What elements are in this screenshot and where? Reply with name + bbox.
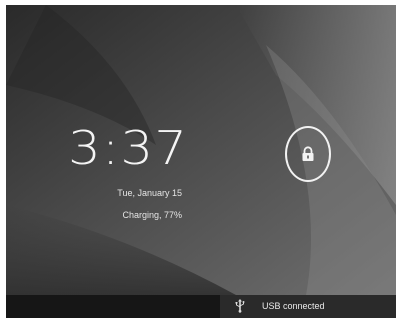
lock-screen[interactable]: 3:37 Tue, January 15 Charging, 77% <box>6 5 396 295</box>
status-bar[interactable]: USB connected <box>6 295 396 318</box>
clock-time: 3:37 <box>68 121 189 175</box>
status-bar-left <box>6 295 220 318</box>
usb-icon <box>235 299 245 313</box>
lock-icon <box>302 146 314 161</box>
device-screen: 3:37 Tue, January 15 Charging, 77% USB c… <box>6 5 396 318</box>
date-label: Tue, January 15 <box>117 188 182 198</box>
wallpaper <box>6 5 396 295</box>
usb-notification-text[interactable]: USB connected <box>262 300 325 312</box>
unlock-button[interactable] <box>285 126 331 182</box>
charging-status: Charging, 77% <box>122 210 182 220</box>
